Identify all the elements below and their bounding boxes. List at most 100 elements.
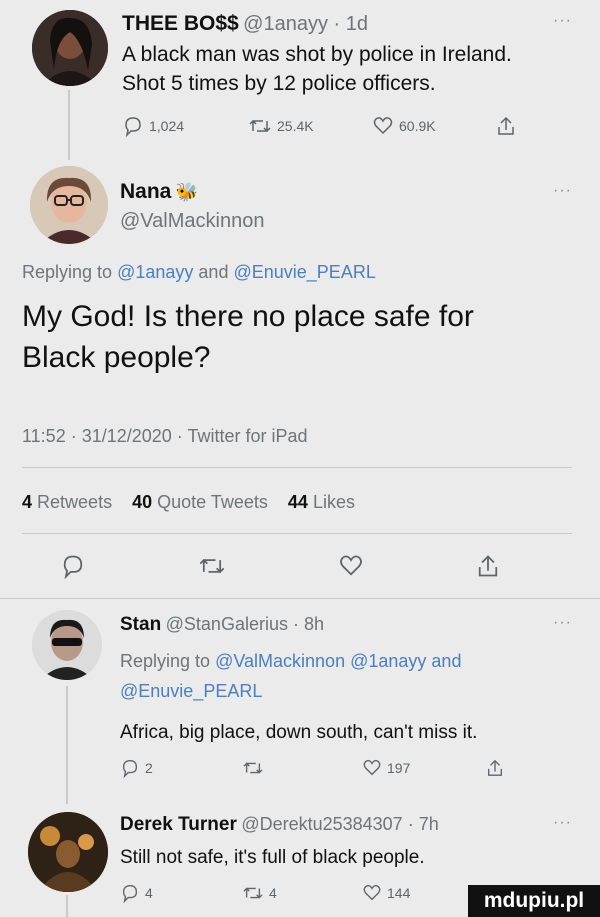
heart-icon: [373, 117, 393, 135]
avatar[interactable]: [28, 812, 108, 892]
tweet-header: Stan @StanGalerius · 8h: [120, 614, 324, 636]
stat-retweets[interactable]: 4 Retweets: [22, 492, 112, 512]
watermark-text: mdupiu.pl: [483, 889, 585, 912]
mention-link[interactable]: @Enuvie_PEARL: [120, 676, 461, 706]
like-button[interactable]: 197: [362, 758, 410, 778]
replying-to-line: Replying to @ValMackinnon @1anayy and: [120, 646, 461, 676]
mention-link[interactable]: @Enuvie_PEARL: [233, 262, 375, 282]
avatar[interactable]: [30, 166, 108, 244]
like-count: 197: [387, 760, 411, 776]
author-handle[interactable]: @ValMackinnon: [120, 210, 264, 233]
author-handle[interactable]: @1anayy: [243, 13, 328, 35]
share-icon: [478, 555, 498, 577]
tweet-text-line: A black man was shot by police in Irelan…: [122, 43, 512, 66]
engagement-stats: 4 Retweets 40 Quote Tweets 44 Likes: [22, 492, 355, 513]
avatar[interactable]: [32, 10, 108, 86]
quotes-count: 40: [132, 492, 153, 512]
separator-dot: ·: [327, 13, 346, 35]
avatar-photo: [32, 10, 108, 86]
main-tweet-text: My God! Is there no place safe for Black…: [22, 296, 474, 378]
retweet-icon: [249, 119, 271, 133]
retweet-icon: [243, 887, 263, 899]
thread-line: [66, 686, 68, 804]
replying-and: and: [198, 262, 229, 282]
thread-line: [68, 90, 70, 160]
replying-and: and: [431, 651, 462, 671]
author-name[interactable]: Derek Turner: [120, 814, 237, 835]
author-name[interactable]: THEE BO$$: [122, 12, 239, 35]
stat-quotes[interactable]: 40 Quote Tweets: [132, 492, 268, 512]
retweets-label: Retweets: [37, 492, 113, 512]
timestamp[interactable]: 11:52 · 31/12/2020 · Twitter for iPad: [22, 426, 308, 447]
like-button[interactable]: 60.9K: [372, 115, 436, 137]
retweet-button[interactable]: [242, 758, 269, 778]
reply-count: 2: [145, 760, 153, 776]
retweet-count: 25.4K: [277, 118, 314, 134]
reply-icon: [125, 117, 141, 137]
retweet-icon: [199, 558, 225, 574]
retweet-button[interactable]: 25.4K: [248, 115, 314, 137]
tweet-time: 1d: [345, 13, 368, 35]
divider: [22, 467, 572, 468]
likes-count: 44: [287, 492, 308, 512]
reply-icon: [63, 555, 83, 579]
reply-button[interactable]: 2: [120, 758, 153, 778]
author-handle[interactable]: @StanGalerius: [166, 614, 288, 634]
like-button[interactable]: 144: [362, 883, 410, 903]
likes-label: Likes: [312, 492, 355, 512]
reply-button[interactable]: 1,024: [122, 115, 184, 137]
more-options-icon[interactable]: ···: [553, 614, 572, 632]
divider: [0, 598, 600, 599]
tweet-text: Africa, big place, down south, can't mis…: [120, 722, 478, 743]
replying-prefix: Replying to: [22, 262, 113, 282]
retweet-button[interactable]: [198, 553, 226, 579]
stat-likes[interactable]: 44 Likes: [288, 492, 355, 512]
avatar[interactable]: [32, 610, 102, 680]
author-name[interactable]: Stan: [120, 614, 161, 635]
main-tweet-text-line: My God! Is there no place safe for: [22, 300, 474, 333]
tweet-time: 8h: [303, 614, 324, 634]
separator-dot: ·: [402, 814, 419, 834]
mention-link[interactable]: @1anayy: [117, 262, 193, 282]
more-options-icon[interactable]: ···: [553, 814, 572, 832]
reply-count: 4: [145, 885, 153, 901]
share-button[interactable]: [496, 115, 516, 137]
more-options-icon[interactable]: ···: [553, 12, 572, 30]
separator-dot: ·: [287, 614, 304, 634]
reply-button[interactable]: [60, 553, 86, 579]
avatar-photo: [32, 610, 102, 680]
replying-prefix: Replying to: [120, 651, 211, 671]
replying-to: Replying to @ValMackinnon @1anayy and @E…: [120, 646, 461, 706]
avatar-photo: [30, 166, 108, 244]
like-count: 60.9K: [399, 118, 436, 134]
share-icon: [498, 116, 514, 135]
main-tweet-text-line: Black people?: [22, 341, 211, 374]
share-button[interactable]: [476, 553, 500, 579]
tweet-text: A black man was shot by police in Irelan…: [122, 40, 512, 98]
like-button[interactable]: [338, 553, 364, 579]
tweet-text-line: Shot 5 times by 12 police officers.: [122, 72, 436, 95]
watermark: mdupiu.pl: [468, 885, 600, 917]
like-count: 144: [387, 885, 411, 901]
mention-link[interactable]: @ValMackinnon @1anayy: [215, 651, 426, 671]
reply-icon: [122, 885, 138, 903]
share-button[interactable]: [486, 758, 504, 778]
retweets-count: 4: [22, 492, 33, 512]
heart-icon: [363, 884, 381, 901]
author-name[interactable]: Nana: [120, 180, 171, 203]
quotes-label: Quote Tweets: [157, 492, 268, 512]
more-options-icon[interactable]: ···: [553, 182, 572, 200]
reply-icon: [122, 760, 138, 778]
heart-icon: [363, 759, 381, 776]
avatar-photo: [28, 812, 108, 892]
author-handle[interactable]: @Derektu25384307: [241, 814, 402, 834]
thread-line: [66, 895, 68, 917]
retweet-count: 4: [269, 885, 277, 901]
reply-button[interactable]: 4: [120, 883, 153, 903]
reply-count: 1,024: [149, 118, 185, 134]
retweet-button[interactable]: 4: [242, 883, 277, 903]
retweet-icon: [243, 762, 263, 774]
divider: [22, 533, 572, 534]
bee-emoji-icon: 🐝: [175, 182, 199, 202]
tweet-header: Derek Turner @Derektu25384307 · 7h: [120, 814, 439, 836]
